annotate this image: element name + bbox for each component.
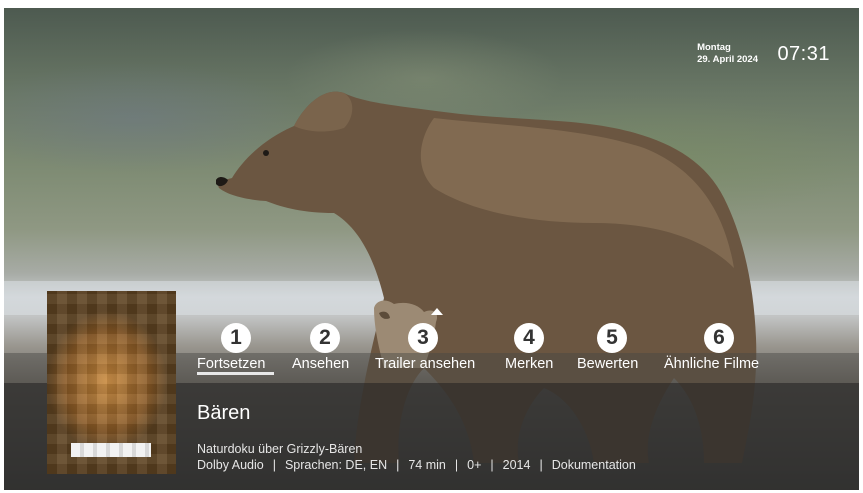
ansehen-button[interactable]: Ansehen — [292, 323, 349, 372]
date-text: 29. April 2024 — [697, 54, 758, 65]
meta-year: 2014 — [502, 458, 531, 472]
scroll-up-icon[interactable] — [431, 308, 443, 315]
meta-audio: Dolby Audio — [197, 458, 264, 472]
meta-age-rating: 0+ — [467, 458, 482, 472]
meta-genre: Dokumentation — [551, 458, 636, 472]
tv-screen: Montag 29. April 2024 07:31 1 2 3 4 5 6 … — [4, 8, 859, 490]
aehnliche-filme-button[interactable]: Ähnliche Filme — [664, 323, 759, 372]
movie-title: Bären — [197, 402, 251, 424]
meta-separator: | — [454, 458, 459, 472]
fortsetzen-label: Fortsetzen — [197, 356, 266, 372]
movie-poster — [47, 291, 176, 474]
date-display: Montag 29. April 2024 — [697, 42, 758, 66]
clock-time: 07:31 — [777, 43, 830, 65]
movie-meta-line: Dolby Audio | Sprachen: DE, EN | 74 min | 0+ | 2… — [197, 458, 636, 472]
bewerten-label: Bewerten — [577, 356, 639, 372]
fortsetzen-button[interactable]: Fortsetzen — [197, 323, 266, 372]
bewerten-button[interactable]: Bewerten — [577, 323, 638, 372]
meta-separator: | — [539, 458, 543, 472]
meta-languages: Sprachen: DE, EN — [284, 458, 388, 472]
trailer-ansehen-button[interactable]: Trailer ansehen — [375, 323, 475, 372]
meta-separator: | — [396, 458, 400, 472]
aehnliche-filme-label: Ähnliche Filme — [664, 356, 760, 372]
poster-title-strip — [71, 443, 151, 457]
meta-duration: 74 min — [408, 458, 446, 472]
merken-button[interactable]: Merken — [505, 323, 553, 372]
trailer-ansehen-label: Trailer ansehen — [375, 356, 476, 372]
ansehen-label: Ansehen — [292, 356, 350, 372]
merken-label: Merken — [505, 356, 554, 372]
selected-action-underline — [197, 372, 274, 375]
meta-separator: | — [490, 458, 494, 472]
movie-description: Naturdoku über Grizzly-Bären — [197, 442, 363, 456]
meta-separator: | — [272, 458, 276, 472]
weekday-text: Montag — [697, 42, 731, 53]
